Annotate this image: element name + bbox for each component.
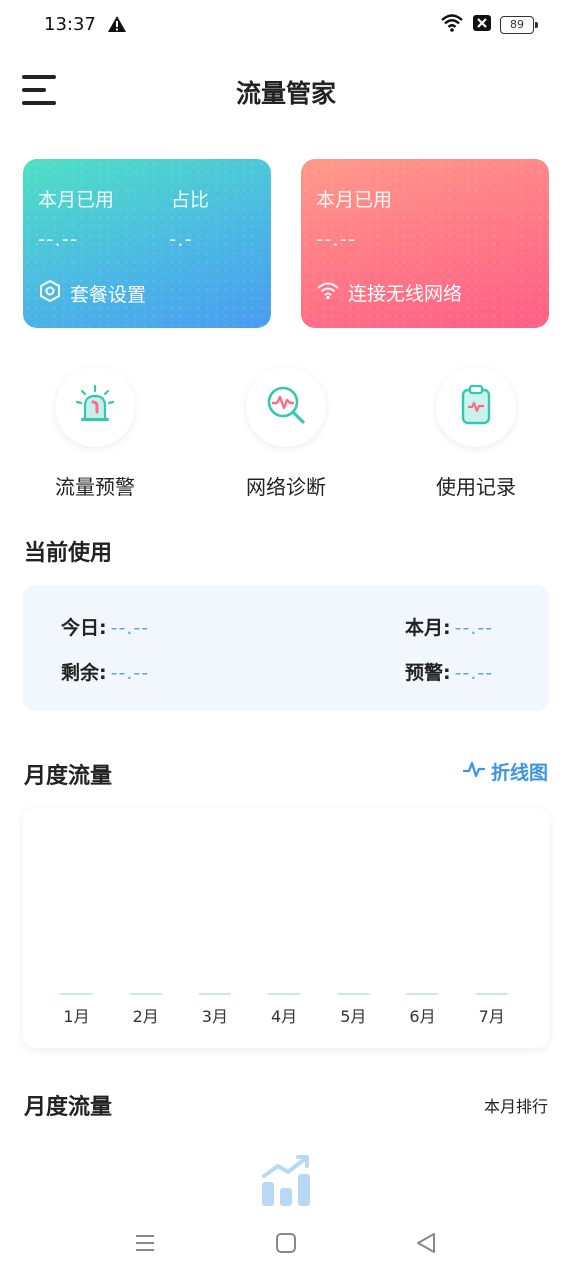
- app-header: 流量管家: [0, 60, 572, 120]
- ratio-label: 占比: [171, 189, 210, 211]
- x-tick-label: 5月: [340, 1007, 366, 1026]
- x-tick-label: 4月: [271, 1007, 297, 1026]
- battery-icon: 89: [500, 16, 538, 34]
- status-time: 13:37: [44, 14, 96, 35]
- bar-3月: [198, 993, 231, 995]
- usage-record-label: 使用记录: [436, 475, 516, 499]
- wifi-icon: [316, 280, 340, 305]
- plan-usage-card[interactable]: 本月已用 占比 --.-- -.- 套餐设置: [23, 159, 271, 328]
- wifi-usage-card[interactable]: 本月已用 --.-- 连接无线网络: [301, 159, 549, 328]
- month-used-value: --.--: [316, 227, 357, 251]
- current-usage-panel: 今日: --.-- 本月: --.-- 剩余: --.-- 预警: --.--: [23, 585, 549, 711]
- line-chart-toggle-label: 折线图: [490, 762, 548, 784]
- status-bar: 13:37 89: [0, 0, 572, 52]
- traffic-alert-label: 流量预警: [55, 475, 135, 499]
- monthly-ranking-title: 月度流量: [24, 1095, 113, 1120]
- x-tick-label: 3月: [202, 1007, 228, 1026]
- current-usage-title: 当前使用: [24, 541, 113, 566]
- plan-settings-button[interactable]: 套餐设置: [38, 279, 146, 308]
- warning-icon: [107, 15, 127, 37]
- diagnose-search-icon: [263, 382, 309, 432]
- x-tick-label: 6月: [409, 1007, 435, 1026]
- monthly-traffic-chart: 1月 2月 3月 4月 5月 6月 7月: [23, 808, 549, 1048]
- network-diagnose-label: 网络诊断: [246, 475, 326, 499]
- back-icon[interactable]: [415, 1232, 437, 1258]
- connect-wifi-label: 连接无线网络: [348, 283, 463, 305]
- month-ranking-link[interactable]: 本月排行: [484, 1093, 548, 1117]
- month-usage: 本月: --.--: [405, 617, 494, 639]
- alert-value: --.--: [454, 662, 494, 684]
- monthly-traffic-title: 月度流量: [24, 764, 113, 789]
- line-chart-toggle[interactable]: 折线图: [462, 758, 548, 785]
- system-nav-bar: [0, 1212, 572, 1280]
- plan-settings-label: 套餐设置: [70, 284, 147, 306]
- recent-apps-icon[interactable]: [134, 1232, 156, 1258]
- chart-svg: 1月 2月 3月 4月 5月 6月 7月: [60, 993, 508, 1026]
- home-icon[interactable]: [275, 1232, 297, 1258]
- page-title: 流量管家: [235, 79, 336, 108]
- x-tick-label: 7月: [479, 1007, 505, 1026]
- today-usage: 今日: --.--: [61, 617, 150, 639]
- bar-4月: [268, 993, 301, 995]
- connect-wifi-button[interactable]: 连接无线网络: [316, 279, 462, 306]
- month-used-label: 本月已用: [316, 189, 393, 211]
- remaining-value: --.--: [110, 662, 150, 684]
- bar-7月: [475, 993, 508, 995]
- ratio-value: -.-: [169, 227, 193, 251]
- usage-record-button[interactable]: 使用记录: [401, 367, 551, 500]
- month-value: --.--: [454, 617, 494, 639]
- remaining-usage: 剩余: --.--: [61, 662, 150, 684]
- wifi-icon: [440, 13, 464, 37]
- x-tick-label: 1月: [63, 1007, 89, 1026]
- month-used-label: 本月已用: [38, 189, 115, 211]
- settings-hexagon-icon: [38, 279, 62, 308]
- sim-blocked-icon: [472, 14, 492, 36]
- month-used-value: --.--: [38, 227, 79, 251]
- bar-2月: [129, 993, 162, 995]
- traffic-alert-button[interactable]: 流量预警: [20, 367, 170, 500]
- line-chart-icon: [462, 759, 486, 784]
- bar-6月: [406, 993, 439, 995]
- x-tick-label: 2月: [133, 1007, 159, 1026]
- network-diagnose-button[interactable]: 网络诊断: [211, 367, 361, 500]
- alert-threshold: 预警: --.--: [405, 662, 494, 684]
- bar-5月: [337, 993, 370, 995]
- clipboard-record-icon: [453, 382, 499, 432]
- today-value: --.--: [110, 617, 150, 639]
- alarm-light-icon: [72, 382, 118, 432]
- bar-chart-empty-icon: [258, 1152, 314, 1212]
- bar-1月: [60, 993, 93, 995]
